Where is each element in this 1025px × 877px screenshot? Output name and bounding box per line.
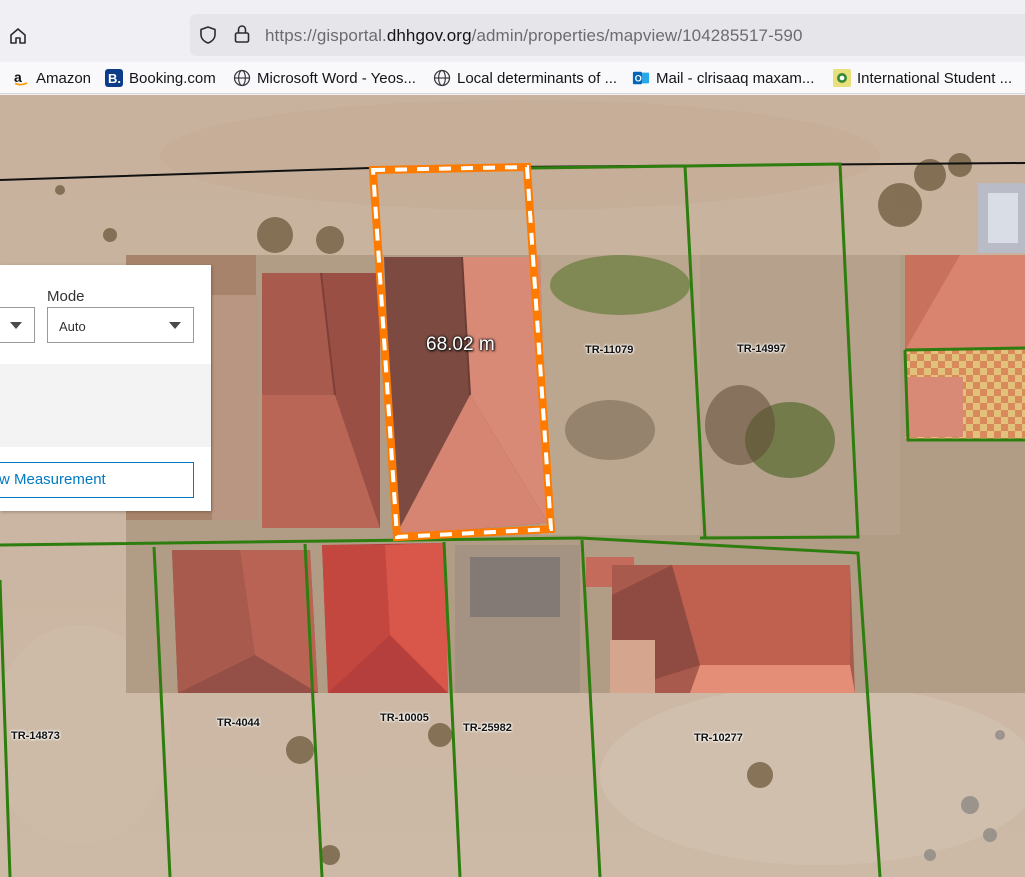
parcel-label: TR-14873 xyxy=(11,730,60,742)
parcel-label: TR-10277 xyxy=(694,732,743,744)
lock-icon[interactable] xyxy=(233,24,251,44)
booking-icon: B. xyxy=(105,69,123,87)
measurement-results-area xyxy=(0,364,211,447)
bookmark-international-student[interactable]: International Student ... xyxy=(833,67,1012,89)
chevron-down-icon xyxy=(10,322,22,329)
imagery-tile xyxy=(126,255,1025,693)
bookmark-label: Booking.com xyxy=(129,69,216,87)
globe-icon xyxy=(233,69,251,87)
bookmarks-bar: a Amazon B. Booking.com Microsoft Word -… xyxy=(0,62,1025,94)
url-path: /admin/properties/mapview/104285517-590 xyxy=(471,26,803,45)
student-icon xyxy=(833,69,851,87)
globe-icon xyxy=(433,69,451,87)
bookmark-label: Microsoft Word - Yeos... xyxy=(257,69,416,87)
chevron-down-icon xyxy=(169,322,181,329)
unit-select[interactable] xyxy=(0,307,35,343)
new-measurement-label: w Measurement xyxy=(0,471,106,488)
bookmark-local-determinants[interactable]: Local determinants of ... xyxy=(433,67,617,89)
svg-text:B.: B. xyxy=(108,71,121,86)
parcel-label: TR-25982 xyxy=(463,722,512,734)
outlook-icon: O xyxy=(632,69,650,87)
mode-label: Mode xyxy=(47,288,85,305)
screen: https://gisportal.dhhgov.org/admin/prope… xyxy=(0,0,1025,877)
mode-select[interactable]: Auto xyxy=(47,307,194,343)
bookmark-amazon[interactable]: a Amazon xyxy=(12,67,91,89)
measurement-widget: Mode Auto w Measurement xyxy=(0,265,211,511)
svg-text:a: a xyxy=(14,70,22,85)
measurement-value-label: 68.02 m xyxy=(426,334,495,355)
parcel-label: TR-10005 xyxy=(380,712,429,724)
svg-text:O: O xyxy=(635,74,642,84)
bookmark-label: International Student ... xyxy=(857,69,1013,87)
url-prefix: https://gisportal. xyxy=(265,26,387,45)
parcel-label: TR-14997 xyxy=(737,343,786,355)
url-domain: dhhgov.org xyxy=(386,26,472,45)
bookmark-label: Mail - clrisaaq maxam... xyxy=(656,69,815,87)
bookmark-booking[interactable]: B. Booking.com xyxy=(105,67,216,89)
bookmark-word-doc[interactable]: Microsoft Word - Yeos... xyxy=(233,67,416,89)
tracking-shield-icon[interactable] xyxy=(198,25,218,45)
bookmark-label: Amazon xyxy=(36,69,92,87)
url-text[interactable]: https://gisportal.dhhgov.org/admin/prope… xyxy=(265,26,803,46)
parcel-label: TR-4044 xyxy=(217,717,260,729)
mode-select-value: Auto xyxy=(59,319,86,334)
new-measurement-button[interactable]: w Measurement xyxy=(0,462,194,498)
home-button[interactable] xyxy=(4,22,32,50)
parcel-label: TR-11079 xyxy=(585,344,634,356)
browser-toolbar: https://gisportal.dhhgov.org/admin/prope… xyxy=(0,0,1025,60)
bookmark-label: Local determinants of ... xyxy=(457,69,618,87)
bookmark-mail[interactable]: O Mail - clrisaaq maxam... xyxy=(632,67,814,89)
home-icon xyxy=(10,28,26,44)
amazon-icon: a xyxy=(12,69,30,87)
